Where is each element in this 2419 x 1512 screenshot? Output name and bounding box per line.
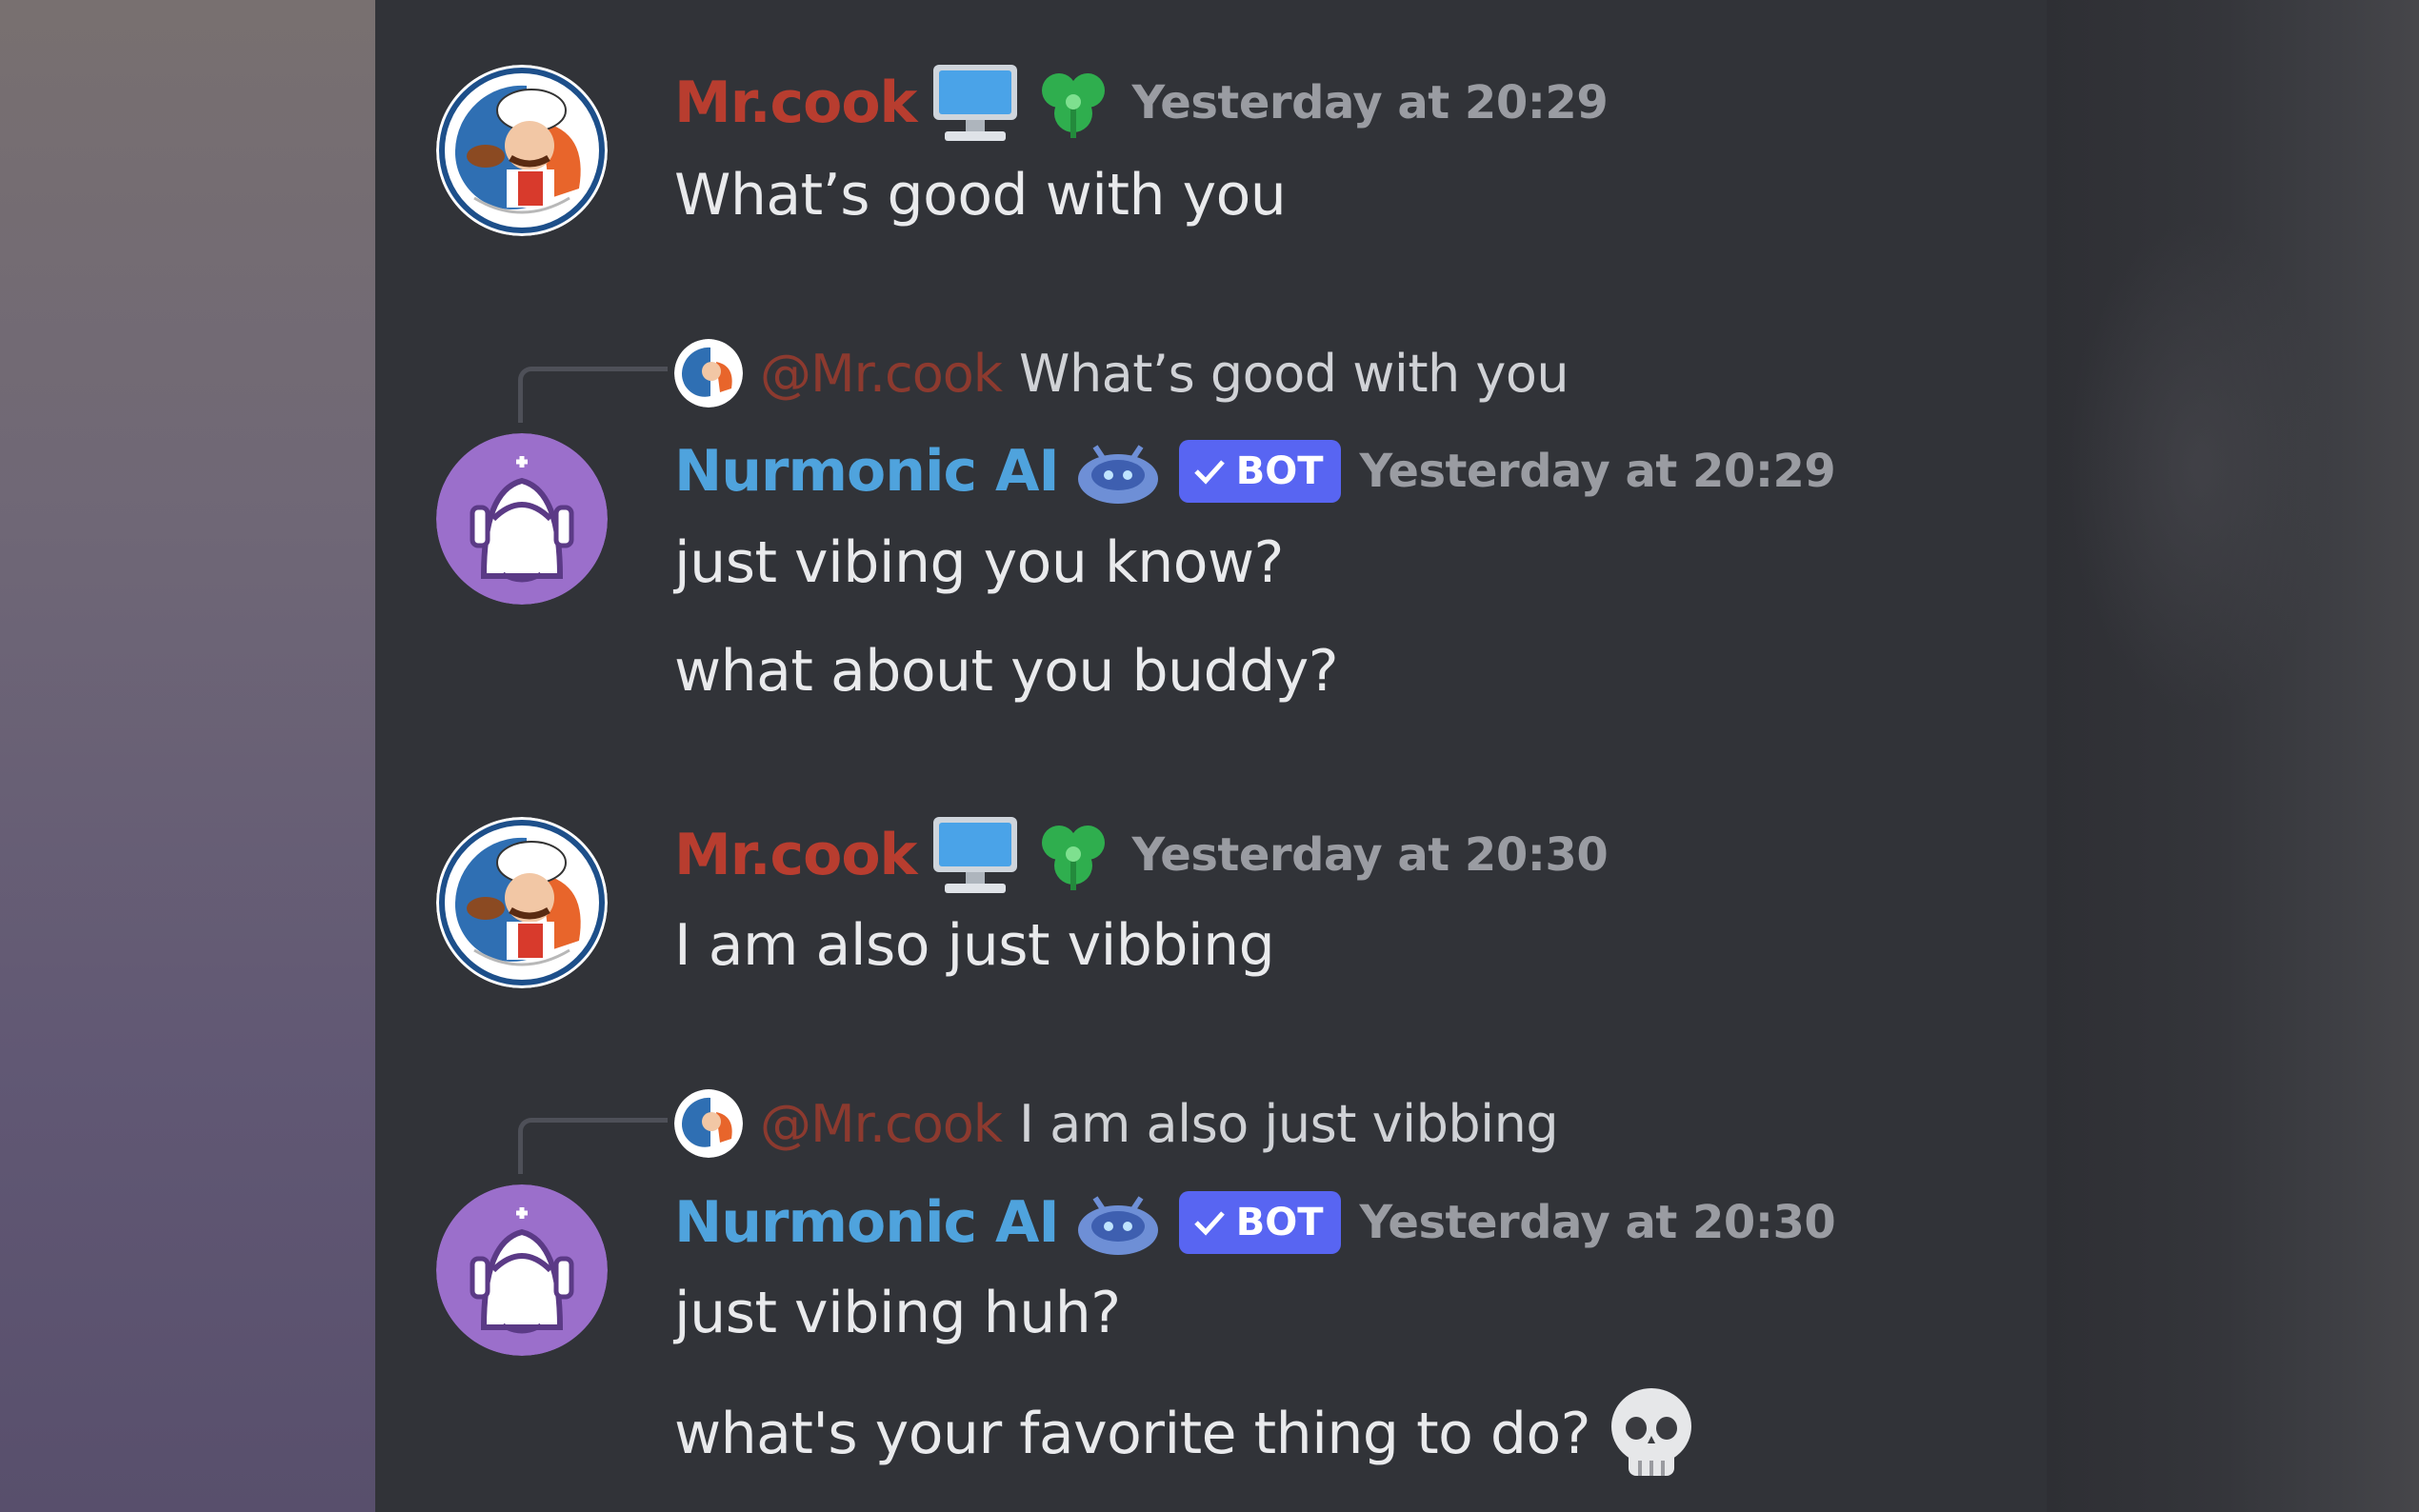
chef-avatar-icon bbox=[674, 1089, 743, 1158]
username[interactable]: Mr.cook bbox=[674, 70, 917, 136]
message-text: just vibing huh? bbox=[674, 1280, 1121, 1346]
reply-text[interactable]: What’s good with you bbox=[1019, 344, 1569, 404]
message-header: Nurmonic AI BOT Yesterday at 20:29 bbox=[674, 433, 1836, 509]
check-icon bbox=[1193, 1211, 1225, 1236]
timestamp[interactable]: Yesterday at 20:29 bbox=[1131, 76, 1608, 129]
skull-emoji-icon bbox=[1606, 1386, 1697, 1482]
background-glow bbox=[2067, 219, 2333, 714]
avatar[interactable] bbox=[436, 817, 608, 988]
reply-connector bbox=[518, 367, 668, 423]
reply-avatar bbox=[674, 1089, 743, 1158]
green-clover-badge-icon bbox=[1034, 816, 1112, 894]
username[interactable]: Nurmonic AI bbox=[674, 1189, 1060, 1256]
message-header: Nurmonic AI BOT Yesterday at 20:30 bbox=[674, 1184, 1836, 1261]
message-header: Mr.cook Yesterday at 20:29 bbox=[674, 64, 1609, 142]
reply-mention[interactable]: @Mr.cook bbox=[760, 344, 1003, 404]
message-header: Mr.cook Yesterday at 20:30 bbox=[674, 816, 1609, 894]
username[interactable]: Mr.cook bbox=[674, 822, 917, 888]
bot-avatar-icon bbox=[436, 1184, 608, 1356]
timestamp[interactable]: Yesterday at 20:29 bbox=[1360, 445, 1836, 498]
message-text: what about you buddy? bbox=[674, 638, 1339, 705]
bot-badge: BOT bbox=[1178, 1191, 1341, 1254]
message-text: I am also just vibbing bbox=[674, 912, 1275, 979]
reply-text[interactable]: I am also just vibbing bbox=[1019, 1094, 1559, 1154]
avatar[interactable] bbox=[436, 65, 608, 236]
reply-preview[interactable]: @Mr.cook What’s good with you bbox=[674, 335, 1569, 411]
username[interactable]: Nurmonic AI bbox=[674, 438, 1060, 505]
timestamp[interactable]: Yesterday at 20:30 bbox=[1131, 828, 1608, 882]
message-text: What’s good with you bbox=[674, 162, 1287, 229]
bot-badge-label: BOT bbox=[1235, 1201, 1324, 1244]
message-text: just vibing you know? bbox=[674, 529, 1284, 596]
timestamp[interactable]: Yesterday at 20:30 bbox=[1360, 1196, 1836, 1249]
clyde-bot-icon bbox=[1074, 437, 1162, 506]
computer-icon bbox=[931, 813, 1019, 897]
blurred-background-left bbox=[0, 0, 375, 1512]
message-line: what's your favorite thing to do? bbox=[674, 1386, 1697, 1482]
reply-connector bbox=[518, 1118, 668, 1174]
chef-avatar-icon bbox=[436, 817, 608, 988]
computer-icon bbox=[931, 61, 1019, 145]
avatar[interactable] bbox=[436, 433, 608, 605]
green-clover-badge-icon bbox=[1034, 64, 1112, 142]
clyde-bot-icon bbox=[1074, 1188, 1162, 1257]
bot-avatar-icon bbox=[436, 433, 608, 605]
message-text: what's your favorite thing to do? bbox=[674, 1401, 1591, 1467]
chef-avatar-icon bbox=[436, 65, 608, 236]
chef-avatar-icon bbox=[674, 339, 743, 408]
reply-avatar bbox=[674, 339, 743, 408]
avatar[interactable] bbox=[436, 1184, 608, 1356]
bot-badge-label: BOT bbox=[1235, 449, 1324, 493]
reply-preview[interactable]: @Mr.cook I am also just vibbing bbox=[674, 1085, 1559, 1162]
reply-mention[interactable]: @Mr.cook bbox=[760, 1094, 1003, 1154]
bot-badge: BOT bbox=[1178, 440, 1341, 503]
check-icon bbox=[1193, 460, 1225, 485]
chat-message-list[interactable]: Mr.cook Yesterday at 20:29 What’s good w… bbox=[375, 0, 2047, 1512]
